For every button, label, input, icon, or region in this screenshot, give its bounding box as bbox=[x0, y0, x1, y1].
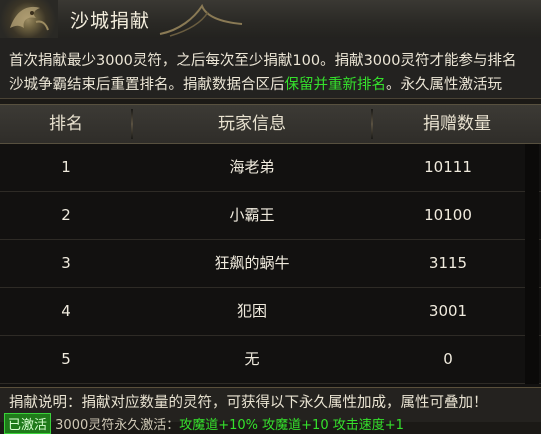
header-player-info: 玩家信息 bbox=[218, 114, 286, 134]
window-title: 沙城捐献 bbox=[70, 10, 151, 32]
table-row[interactable]: 2 小霸王 10100 bbox=[0, 191, 541, 240]
ranking-table: 排名 玩家信息 捐赠数量 1 海老弟 10111 2 小霸王 10100 3 狂… bbox=[0, 104, 541, 387]
table-header: 排名 玩家信息 捐赠数量 bbox=[0, 104, 541, 144]
window-header: 沙城捐献 bbox=[0, 0, 541, 39]
table-row[interactable]: 3 狂飙的蜗牛 3115 bbox=[0, 239, 541, 288]
header-donation-amount: 捐赠数量 bbox=[423, 114, 491, 134]
table-row[interactable]: 1 海老弟 10111 bbox=[0, 143, 541, 192]
donation-amount-cell: 10100 bbox=[424, 206, 472, 224]
bonus-line: 已激活 3000灵符永久激活：攻魔道+10% 攻魔道+10 攻击速度+1 bbox=[4, 413, 404, 434]
table-row[interactable]: 4 犯困 3001 bbox=[0, 287, 541, 336]
donation-amount-cell: 3115 bbox=[428, 254, 468, 272]
rank-cell: 2 bbox=[61, 206, 71, 224]
activated-badge: 已激活 bbox=[4, 413, 52, 434]
bonus-attributes: 攻魔道+10% 攻魔道+10 攻击速度+1 bbox=[179, 418, 404, 433]
player-name-cell: 犯困 bbox=[236, 302, 267, 320]
rank-cell: 5 bbox=[61, 350, 71, 368]
rank-cell: 4 bbox=[61, 302, 71, 320]
header-rank: 排名 bbox=[49, 114, 83, 134]
player-name-cell: 无 bbox=[244, 350, 260, 368]
rank-cell: 3 bbox=[61, 254, 71, 272]
player-name-cell: 小霸王 bbox=[229, 206, 275, 224]
title-ornament-icon bbox=[159, 3, 243, 37]
description-panel: 首次捐献最少3000灵符，之后每次至少捐献100。捐献3000灵符才能参与排名 … bbox=[0, 38, 541, 99]
donation-amount-cell: 0 bbox=[443, 350, 453, 368]
dragon-emblem-icon bbox=[0, 0, 58, 38]
description-line-2-prefix: 沙城争霸结束后重置排名。捐献数据合区后 bbox=[9, 77, 285, 93]
bonus-requirement: 3000灵符永久激活： bbox=[55, 418, 180, 433]
footer-panel: 捐献说明：捐献对应数量的灵符，可获得以下永久属性加成，属性可叠加！ 已激活 30… bbox=[0, 387, 541, 434]
rank-cell: 1 bbox=[61, 158, 71, 176]
table-scrollbar[interactable] bbox=[525, 144, 539, 384]
donation-amount-cell: 3001 bbox=[428, 302, 468, 320]
player-name-cell: 狂飙的蜗牛 bbox=[214, 254, 290, 272]
description-line-2: 沙城争霸结束后重置排名。捐献数据合区后保留并重新排名。永久属性激活玩 bbox=[9, 73, 502, 94]
description-line-1: 首次捐献最少3000灵符，之后每次至少捐献100。捐献3000灵符才能参与排名 bbox=[9, 53, 517, 69]
table-row[interactable]: 5 无 0 bbox=[0, 335, 541, 384]
player-name-cell: 海老弟 bbox=[229, 158, 275, 176]
donation-note: 捐献说明：捐献对应数量的灵符，可获得以下永久属性加成，属性可叠加！ bbox=[9, 395, 488, 411]
description-highlight: 保留并重新排名 bbox=[284, 77, 387, 93]
description-line-2-suffix: 。永久属性激活玩 bbox=[386, 77, 502, 93]
donation-amount-cell: 10111 bbox=[424, 158, 472, 176]
